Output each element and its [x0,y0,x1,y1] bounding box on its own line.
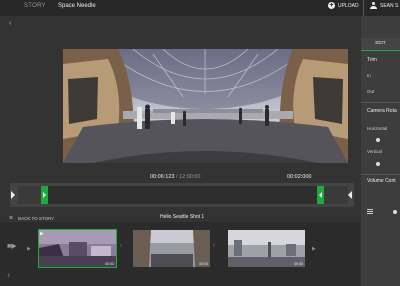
time-separator: / [176,174,178,180]
shot-title: Hello Seattle Shot 1 [160,214,205,220]
panorama-frame [63,49,348,163]
chevron-left-icon: ‹ [120,243,122,249]
shot-thumbnail[interactable]: ▶ 00:03 [38,229,117,268]
volume-slider-thumb[interactable] [393,210,397,214]
music-note-icon[interactable]: ♪ [7,272,15,279]
shot-thumbnail[interactable]: 00:03 [133,230,210,267]
chevron-left-icon: ‹ [213,243,215,249]
user-icon [370,2,377,9]
divider [361,102,400,103]
divider [361,174,400,175]
menu-icon[interactable] [367,209,373,214]
play-icon[interactable]: ▶ [312,246,316,252]
horizontal-label: Horizontal [367,126,388,131]
horizontal-rotation-dial[interactable] [376,138,380,142]
chevron-left-icon[interactable]: ‹ [9,20,11,27]
close-icon: × [9,215,14,222]
user-menu[interactable]: SEAN S [370,2,398,9]
total-time: 12:00:00 [179,174,201,180]
camera-rotation-title: Camera Rota [367,108,397,114]
timeline-track[interactable] [18,186,348,204]
edit-panel: EDIT Trim In Out Camera Rota Horizontal … [361,16,400,286]
trim-in-label: In [367,73,371,78]
top-bar: STORY Space Needle + UPLOAD SEAN S [0,0,400,16]
current-time: 00:06:123 [150,174,175,180]
play-icon[interactable]: ▶ [27,246,31,252]
thumbnail-duration: 00:03 [105,262,114,266]
vertical-label: Vertical [367,149,382,154]
plus-icon: + [328,2,335,9]
story-tab[interactable]: STORY [24,3,46,9]
tab-edit[interactable]: EDIT [361,38,400,51]
shot-strip: ■▶ ♪ ▶ ▶ 00:03 ‹ 00:03 ‹ 00:03 ▶ [0,222,360,286]
clip-duration: 00:02:000 [287,174,312,180]
project-title: Space Needle [58,3,96,9]
video-preview[interactable] [63,49,348,163]
thumbnail-duration: 00:03 [199,262,208,266]
trim-selection [48,186,318,204]
trim-out-label: Out [367,89,375,94]
play-icon[interactable] [11,191,15,199]
trim-in-handle[interactable] [41,186,48,204]
shot-thumbnail[interactable]: 00:03 [228,230,305,267]
video-icon: ▶ [40,231,44,237]
current-time-readout: 00:06:123 / 12:00:00 [150,174,200,180]
user-name: SEAN S [380,2,399,9]
back-to-story-button[interactable]: × BACK TO STORY [9,215,54,222]
trim-timeline[interactable] [10,183,354,207]
upload-label: UPLOAD [338,2,359,9]
vertical-rotation-dial[interactable] [376,162,380,166]
video-camera-icon[interactable]: ■▶ [7,242,17,250]
trim-out-handle[interactable] [317,186,324,204]
trim-section-title: Trim [367,57,377,63]
divider [363,0,364,16]
back-to-story-label: BACK TO STORY [18,216,55,221]
upload-button[interactable]: + UPLOAD [328,2,359,9]
thumbnail-duration: 00:03 [294,262,303,266]
volume-control-title: Volume Cont [367,178,396,184]
skip-end-icon[interactable] [348,191,352,199]
